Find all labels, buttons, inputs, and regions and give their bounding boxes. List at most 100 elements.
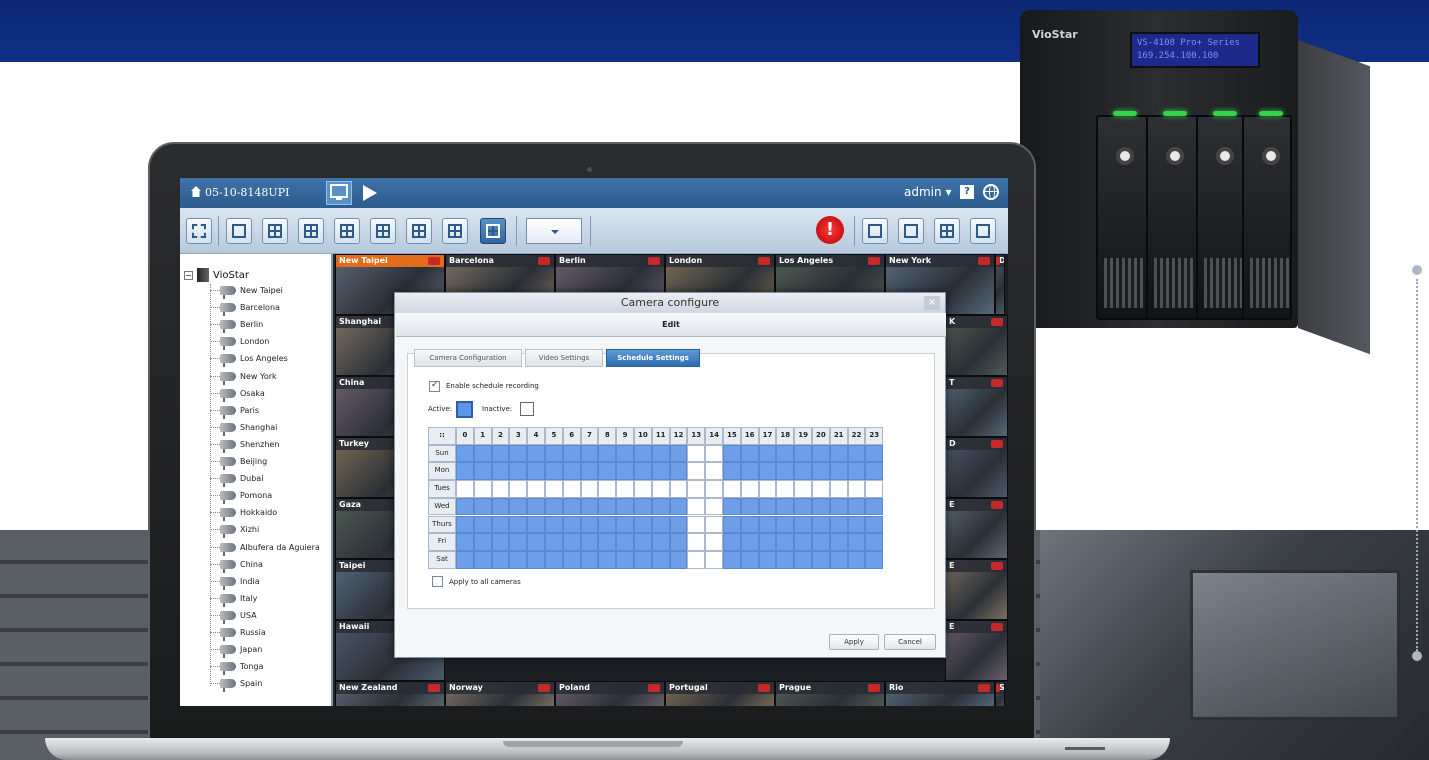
tree-item-camera[interactable]: Italy [210, 593, 257, 610]
schedule-cell[interactable] [812, 462, 830, 481]
schedule-cell[interactable] [705, 515, 723, 534]
schedule-cell[interactable] [740, 533, 759, 551]
tree-root[interactable]: − VioStar [184, 268, 249, 282]
schedule-cell[interactable] [527, 497, 545, 516]
tree-item-camera[interactable]: India [210, 576, 260, 593]
camera-tile[interactable]: New Zealand [335, 681, 445, 706]
schedule-cell[interactable] [509, 550, 528, 569]
schedule-cell[interactable] [865, 444, 884, 463]
schedule-cell[interactable] [616, 480, 634, 498]
schedule-cell[interactable] [865, 497, 884, 516]
layout-1-button[interactable] [226, 218, 252, 244]
schedule-hour-header[interactable]: 0 [456, 427, 474, 445]
schedule-cell[interactable] [776, 462, 795, 481]
schedule-cell[interactable] [616, 462, 634, 481]
schedule-cell[interactable] [687, 515, 706, 534]
schedule-cell[interactable] [740, 515, 759, 534]
schedule-cell[interactable] [723, 533, 741, 551]
layout-12-button[interactable] [406, 218, 432, 244]
tree-item-camera[interactable]: Shenzhen [210, 439, 279, 456]
schedule-cell[interactable] [847, 550, 866, 569]
schedule-cell[interactable] [562, 462, 581, 481]
schedule-cell[interactable] [758, 515, 777, 534]
schedule-cell[interactable] [758, 497, 777, 516]
schedule-cell[interactable] [776, 444, 795, 463]
schedule-day-label[interactable]: Mon [428, 462, 456, 481]
schedule-cell[interactable] [865, 462, 884, 481]
schedule-cell[interactable] [723, 480, 741, 498]
schedule-cell[interactable] [473, 515, 492, 534]
layout-16-button[interactable] [442, 218, 468, 244]
schedule-cell[interactable] [456, 462, 474, 481]
schedule-cell[interactable] [562, 480, 581, 498]
schedule-cell[interactable] [776, 515, 795, 534]
schedule-cell[interactable] [758, 533, 777, 551]
camera-tile[interactable]: E [945, 559, 1008, 620]
alert-icon[interactable]: ! [816, 216, 844, 244]
schedule-cell[interactable] [705, 497, 723, 516]
layout-8-button[interactable] [334, 218, 360, 244]
schedule-cell[interactable] [829, 515, 848, 534]
schedule-cell[interactable] [847, 497, 866, 516]
schedule-cell[interactable] [545, 515, 563, 534]
schedule-hour-header[interactable]: 21 [829, 427, 848, 445]
tree-item-camera[interactable]: New York [210, 371, 277, 388]
schedule-cell[interactable] [669, 533, 688, 551]
schedule-cell[interactable] [687, 550, 706, 569]
schedule-cell[interactable] [456, 480, 474, 498]
schedule-cell[interactable] [651, 515, 670, 534]
schedule-cell[interactable] [527, 515, 545, 534]
camera-tile[interactable]: K [945, 315, 1008, 376]
schedule-cell[interactable] [527, 444, 545, 463]
schedule-day-label[interactable]: Sun [428, 444, 456, 463]
schedule-cell[interactable] [794, 515, 812, 534]
user-menu[interactable]: admin ▾ [904, 185, 951, 199]
schedule-cell[interactable] [651, 462, 670, 481]
tree-item-camera[interactable]: Albufera da Aguiera [210, 542, 320, 559]
schedule-cell[interactable] [598, 550, 617, 569]
schedule-hour-header[interactable]: 5 [545, 427, 563, 445]
schedule-cell[interactable] [705, 550, 723, 569]
schedule-hour-header[interactable]: 8 [598, 427, 617, 445]
monitor-tab[interactable] [326, 181, 352, 205]
schedule-cell[interactable] [669, 497, 688, 516]
schedule-cell[interactable] [669, 515, 688, 534]
tree-item-camera[interactable]: Pomona [210, 491, 272, 507]
schedule-cell[interactable] [723, 462, 741, 481]
schedule-cell[interactable] [847, 462, 866, 481]
schedule-hour-header[interactable]: 4 [527, 427, 545, 445]
schedule-cell[interactable] [669, 550, 688, 569]
schedule-cell[interactable] [758, 462, 777, 481]
schedule-cell[interactable] [616, 444, 634, 463]
globe-icon[interactable] [983, 184, 999, 200]
schedule-cell[interactable] [758, 550, 777, 569]
schedule-cell[interactable] [651, 497, 670, 516]
schedule-cell[interactable] [527, 480, 545, 498]
schedule-cell[interactable] [794, 550, 812, 569]
slide-indicator[interactable] [1411, 265, 1423, 665]
tree-item-camera[interactable]: Beijing [210, 457, 267, 473]
camera-tile[interactable]: E [945, 620, 1008, 681]
camera-tile[interactable]: T [945, 376, 1008, 437]
schedule-cell[interactable] [634, 550, 652, 569]
apply-button[interactable]: Apply [829, 634, 879, 650]
schedule-hour-header[interactable]: 6 [562, 427, 581, 445]
schedule-hour-header[interactable]: 22 [847, 427, 866, 445]
layout-select[interactable] [526, 218, 582, 244]
camera-tile[interactable]: S [995, 681, 1005, 706]
schedule-cell[interactable] [651, 480, 670, 498]
schedule-hour-header[interactable]: 10 [634, 427, 652, 445]
schedule-cell[interactable] [794, 533, 812, 551]
schedule-day-label[interactable]: Fri [428, 533, 456, 551]
schedule-cell[interactable] [776, 533, 795, 551]
e-map-button[interactable] [934, 218, 960, 244]
schedule-cell[interactable] [634, 533, 652, 551]
schedule-cell[interactable] [740, 444, 759, 463]
schedule-cell[interactable] [865, 533, 884, 551]
schedule-cell[interactable] [616, 533, 634, 551]
help-icon[interactable]: ? [960, 185, 974, 199]
schedule-cell[interactable] [634, 480, 652, 498]
schedule-cell[interactable] [794, 462, 812, 481]
schedule-hour-header[interactable]: 23 [865, 427, 884, 445]
schedule-hour-header[interactable]: 17 [758, 427, 777, 445]
